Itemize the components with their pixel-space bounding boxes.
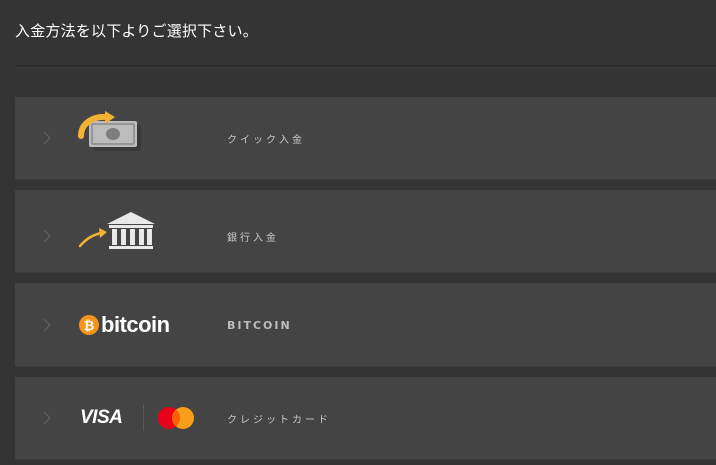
bitcoin-logo: ₿ bitcoin <box>79 312 183 339</box>
method-label: 銀行入金 <box>227 233 279 244</box>
bank-icon <box>78 212 155 249</box>
bitcoin-symbol-icon: ₿ <box>79 315 99 335</box>
page-title: 入金方法を以下よりご選択下さい。 <box>15 22 258 40</box>
method-label: クレジットカード <box>227 415 331 426</box>
chevron-right-icon <box>43 131 51 145</box>
quick-deposit-icon <box>78 111 141 151</box>
method-row-bitcoin[interactable]: ₿ bitcoin BITCOIN <box>15 283 716 367</box>
chevron-right-icon <box>43 318 51 332</box>
method-row-quick-deposit[interactable]: クイック入金 <box>15 97 716 180</box>
svg-text:₿: ₿ <box>84 319 95 334</box>
method-row-bank-deposit[interactable]: 銀行入金 <box>15 190 716 273</box>
bitcoin-wordmark: bitcoin <box>101 312 170 337</box>
chevron-right-icon <box>43 229 51 243</box>
mastercard-logo-icon <box>158 407 194 429</box>
logo-separator <box>143 405 144 431</box>
method-row-credit-card[interactable]: VISA クレジットカード <box>15 377 716 460</box>
method-label: クイック入金 <box>227 135 305 146</box>
visa-logo: VISA <box>80 407 123 428</box>
method-label: BITCOIN <box>227 319 292 332</box>
header-divider-shade <box>15 67 716 68</box>
chevron-right-icon <box>43 411 51 425</box>
